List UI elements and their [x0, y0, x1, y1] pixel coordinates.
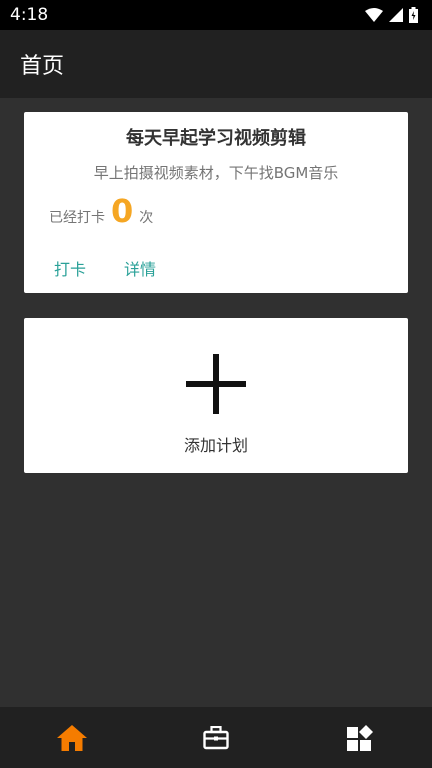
checkin-count: 0 — [111, 192, 134, 230]
wifi-icon — [365, 8, 383, 22]
signal-icon — [389, 8, 403, 22]
widgets-icon — [347, 724, 373, 751]
add-plan-button[interactable]: 添加计划 — [24, 318, 408, 473]
checkin-status: 已经打卡 0 次 — [49, 192, 153, 232]
nav-item-home[interactable] — [0, 707, 144, 768]
nav-item-widgets[interactable] — [288, 707, 432, 768]
checkin-button[interactable]: 打卡 — [54, 256, 86, 280]
status-icons — [365, 7, 418, 23]
plan-description: 早上拍摄视频素材，下午找BGM音乐 — [93, 164, 339, 182]
plus-icon — [186, 354, 246, 414]
app-bar: 首页 — [0, 30, 432, 98]
status-bar: 4:18 — [0, 0, 432, 30]
status-time: 4:18 — [10, 5, 49, 25]
nav-item-briefcase[interactable] — [144, 707, 288, 768]
app-screen: 4:18 首页 每天早起学习视频剪辑 早上拍摄视频素材，下午找BGM音乐 已经打… — [0, 0, 432, 768]
checkin-unit: 次 — [139, 210, 154, 226]
add-plan-label: 添加计划 — [183, 436, 248, 455]
plan-title: 每天早起学习视频剪辑 — [126, 128, 306, 149]
bottom-nav — [0, 707, 432, 768]
page-title: 首页 — [20, 54, 65, 79]
details-button[interactable]: 详情 — [124, 256, 156, 280]
checkin-label: 已经打卡 — [49, 210, 105, 226]
battery-icon — [409, 7, 418, 23]
plan-card[interactable]: 每天早起学习视频剪辑 早上拍摄视频素材，下午找BGM音乐 已经打卡 0 次 打卡… — [24, 112, 408, 293]
home-icon — [57, 724, 87, 751]
briefcase-icon — [203, 725, 229, 749]
